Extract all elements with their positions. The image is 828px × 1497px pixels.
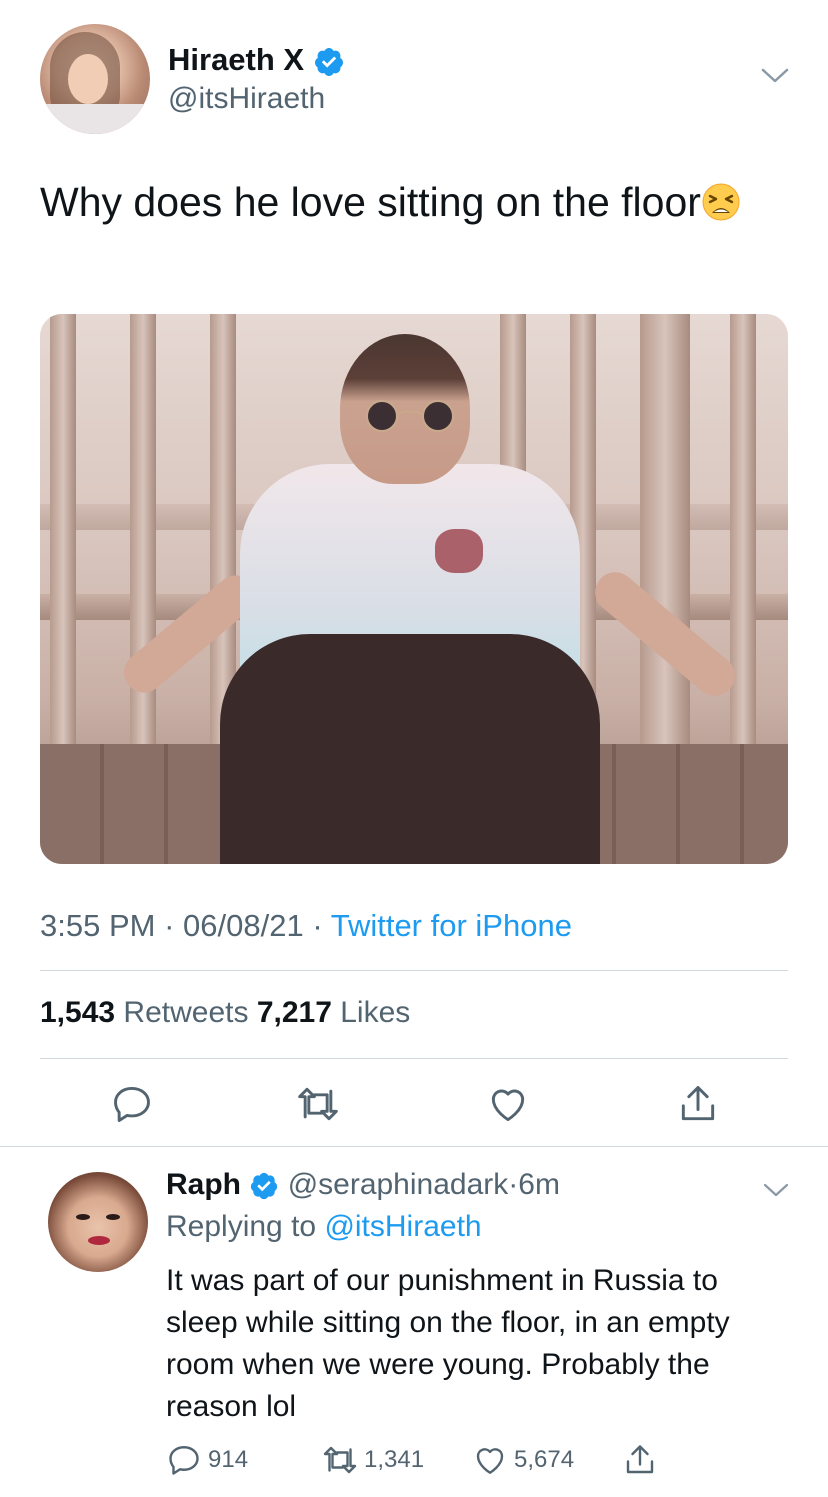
tweet-stats: 1,543 Retweets 7,217 Likes <box>40 996 410 1030</box>
divider <box>0 1146 828 1147</box>
reply-replies-count: 914 <box>208 1446 249 1473</box>
heart-icon <box>476 1448 504 1474</box>
reply-retweet-button[interactable]: 1,341 <box>322 1440 424 1480</box>
tweet-photo[interactable] <box>40 314 788 864</box>
reply-retweets-count: 1,341 <box>364 1446 425 1473</box>
reply-author-avatar[interactable] <box>48 1172 148 1272</box>
reply-header: Raph @seraphinadark·6m <box>166 1168 560 1202</box>
avatar-face <box>68 54 108 104</box>
retweets-count: 1,543 <box>40 996 116 1029</box>
meta-separator: · <box>164 908 175 943</box>
chevron-down-icon[interactable] <box>760 64 790 88</box>
avatar-eye <box>76 1214 90 1220</box>
tweet-date: 06/08/21 <box>183 908 304 943</box>
reply-actions: 914 1,341 5,674 <box>166 1440 726 1484</box>
tweet-time: 3:55 PM <box>40 908 156 943</box>
verified-badge-icon <box>251 1172 278 1200</box>
reply-time: 6m <box>518 1168 560 1201</box>
chevron-down-icon[interactable] <box>762 1180 790 1200</box>
reply-author-name[interactable]: Raph <box>166 1168 241 1201</box>
reply-reply-button[interactable]: 914 <box>166 1440 248 1480</box>
divider <box>40 970 788 971</box>
reply-share-button[interactable] <box>622 1440 658 1480</box>
author-avatar[interactable] <box>40 24 150 134</box>
reply-author-handle[interactable]: @seraphinadark <box>288 1168 509 1201</box>
likes-stat[interactable]: 7,217 Likes <box>257 996 410 1029</box>
reply-likes-count: 5,674 <box>514 1446 575 1473</box>
tired-face-emoji-icon <box>702 183 740 221</box>
share-icon[interactable] <box>676 1082 720 1126</box>
share-icon <box>626 1445 654 1474</box>
reply-text: It was part of our punishment in Russia … <box>166 1264 730 1423</box>
tweet-text-content: Why does he love sitting on the floor <box>40 179 701 225</box>
author-name[interactable]: Hiraeth X <box>168 42 304 77</box>
avatar-shirt <box>40 104 150 134</box>
photo-sunglasses <box>366 400 454 432</box>
author-name-row[interactable]: Hiraeth X <box>168 42 345 78</box>
retweets-label: Retweets <box>123 996 249 1029</box>
avatar-eye <box>106 1214 120 1220</box>
replying-to: Replying to @itsHiraeth <box>166 1210 482 1244</box>
divider <box>40 1058 788 1059</box>
retweet-icon[interactable] <box>296 1082 340 1126</box>
reply-icon <box>169 1446 199 1475</box>
likes-count: 7,217 <box>256 996 332 1029</box>
photo-legs <box>220 634 600 864</box>
verified-badge-icon <box>314 47 343 76</box>
likes-label: Likes <box>340 996 411 1029</box>
reply-like-button[interactable]: 5,674 <box>472 1440 574 1480</box>
heart-icon[interactable] <box>486 1082 530 1126</box>
reply-icon[interactable] <box>110 1082 154 1126</box>
tweet-text: Why does he love sitting on the floor <box>40 170 780 234</box>
meta-separator: · <box>312 908 323 943</box>
avatar-lips <box>88 1236 110 1245</box>
reply-separator: · <box>508 1168 519 1201</box>
tweet-meta: 3:55 PM · 06/08/21 · Twitter for iPhone <box>40 908 572 944</box>
tweet-source-link[interactable]: Twitter for iPhone <box>331 908 572 943</box>
replying-label: Replying to <box>166 1210 317 1243</box>
retweet-icon <box>323 1446 357 1474</box>
author-handle[interactable]: @itsHiraeth <box>168 82 325 116</box>
replying-mention-link[interactable]: @itsHiraeth <box>324 1210 481 1243</box>
retweets-stat[interactable]: 1,543 Retweets <box>40 996 248 1029</box>
photo-shirt-logo <box>435 529 483 573</box>
